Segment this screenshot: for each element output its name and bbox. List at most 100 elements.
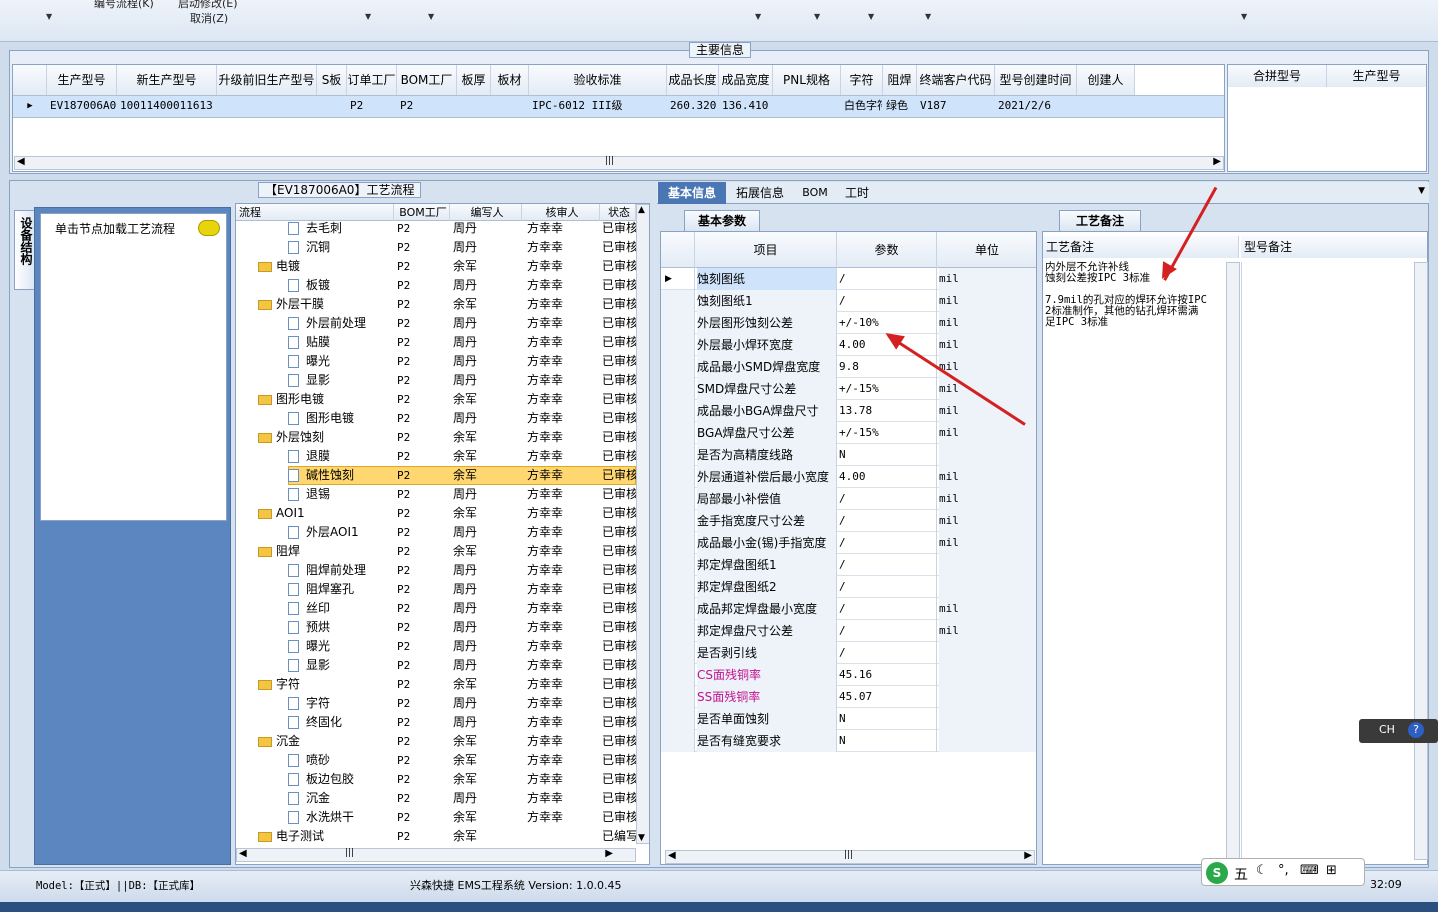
param-value[interactable]: / — [839, 642, 937, 664]
arrow-right-icon[interactable]: ▶ — [1213, 156, 1221, 167]
chevron-down-icon[interactable]: ▼ — [814, 12, 820, 21]
param-value[interactable]: +/-15% — [839, 422, 937, 444]
table-cell[interactable]: 白色字符 — [844, 96, 882, 116]
tree-node-label[interactable]: AOI1 — [276, 504, 402, 523]
tab-device-structure[interactable]: 设备结构 — [14, 210, 36, 290]
tree-row[interactable]: 外层干膜 P2 余军 方幸幸 已审核 — [236, 295, 636, 314]
horizontal-scrollbar[interactable]: ◀ ||| ▶ — [236, 848, 636, 862]
keyboard-icon[interactable]: ⌨ — [1300, 863, 1319, 878]
tree-node-label[interactable]: 预烘 — [306, 618, 402, 637]
chevron-down-icon[interactable]: ▼ — [428, 12, 434, 21]
punctuation-icon[interactable]: °, — [1278, 863, 1289, 878]
arrow-right-icon[interactable]: ▶ — [1024, 850, 1032, 861]
table-row[interactable]: 金手指宽度尺寸公差 / mil — [661, 510, 1036, 532]
tree-node-label[interactable]: 电镀 — [276, 257, 402, 276]
table-cell[interactable]: IPC-6012 III级 — [532, 96, 666, 116]
tree-row[interactable]: 外层AOI1 P2 周丹 方幸幸 已审核 — [236, 523, 636, 542]
vertical-scrollbar[interactable] — [1226, 262, 1240, 860]
horizontal-scrollbar[interactable]: ◀ ||| ▶ — [665, 850, 1035, 864]
chevron-down-icon[interactable]: ▼ — [755, 12, 761, 21]
table-row[interactable]: 外层图形蚀刻公差 +/-10% mil — [661, 312, 1036, 334]
tree-node-label[interactable]: 显影 — [306, 656, 402, 675]
chevron-down-icon[interactable]: ▼ — [1418, 186, 1425, 196]
sogou-logo-icon[interactable]: S — [1206, 862, 1228, 884]
arrow-left-icon[interactable]: ◀ — [668, 850, 676, 861]
tree-row[interactable]: 水洗烘干 P2 余军 方幸幸 已审核 — [236, 808, 636, 827]
process-remark-textarea[interactable]: 内外层不允许补线 蚀刻公差按IPC 3标准 7.9mil的孔对应的焊环允许按IPC 2… — [1045, 262, 1227, 860]
tree-row[interactable]: 板镀 P2 周丹 方幸幸 已审核 — [236, 276, 636, 295]
param-value[interactable]: / — [839, 576, 937, 598]
table-cell[interactable] — [320, 96, 346, 116]
tree-node-label[interactable]: 退膜 — [306, 447, 402, 466]
table-cell[interactable]: EV187006A0 — [50, 96, 116, 116]
ime-toolbar[interactable]: S 五 ☾ °, ⌨ ⊞ — [1201, 858, 1365, 886]
tree-row[interactable]: 预烘 P2 周丹 方幸幸 已审核 — [236, 618, 636, 637]
arrow-right-icon[interactable]: ▶ — [605, 848, 613, 859]
chevron-down-icon[interactable]: ▼ — [365, 12, 371, 21]
table-row[interactable]: 蚀刻图纸1/mil — [661, 290, 1036, 312]
tree-row[interactable]: 显影 P2 周丹 方幸幸 已审核 — [236, 656, 636, 675]
tree-node-label[interactable]: 外层前处理 — [306, 314, 402, 333]
tree-row[interactable]: 沉金 P2 周丹 方幸幸 已审核 — [236, 789, 636, 808]
tree-row[interactable]: 丝印 P2 周丹 方幸幸 已审核 — [236, 599, 636, 618]
tree-node-label[interactable]: 退锡 — [306, 485, 402, 504]
tree-row[interactable]: 显影 P2 周丹 方幸幸 已审核 — [236, 371, 636, 390]
tree-node-label[interactable]: 阻焊 — [276, 542, 402, 561]
tree-node-label[interactable]: 贴膜 — [306, 333, 402, 352]
table-row[interactable]: ▶ EV187006A0 10011400011613 P2 P2 IPC-6012 II… — [13, 96, 1224, 118]
table-cell[interactable] — [220, 96, 316, 116]
param-value[interactable]: +/-15% — [839, 378, 937, 400]
tree-node-label[interactable]: 字符 — [306, 694, 402, 713]
tree-node-label[interactable]: 外层干膜 — [276, 295, 402, 314]
model-remark-textarea[interactable] — [1241, 262, 1415, 860]
tree-node-label[interactable]: 外层AOI1 — [306, 523, 402, 542]
tree-node-label[interactable]: 阻焊前处理 — [306, 561, 402, 580]
tree-body[interactable]: 去毛刺 P2 周丹 方幸幸 已审核 沉铜 P2 周丹 方幸幸 已审核 电镀 P2 余军 方幸幸 已审核 板镀 P… — [236, 221, 636, 846]
tree-node-label[interactable]: 碱性蚀刻 — [306, 466, 402, 485]
chevron-down-icon[interactable]: ▼ — [925, 12, 931, 21]
tree-row[interactable]: 外层蚀刻 P2 余军 方幸幸 已审核 — [236, 428, 636, 447]
table-row[interactable]: 是否剥引线 / — [661, 642, 1036, 664]
process-tree-grid[interactable]: 流程 BOM工厂 编写人 核审人 状态 去毛刺 P2 周丹 方幸幸 已审核 沉铜 P2 周丹 方幸幸 已审… — [235, 203, 650, 865]
tab-basic-params[interactable]: 基本参数 — [684, 210, 760, 231]
tree-row[interactable]: 碱性蚀刻 P2 余军 方幸幸 已审核 — [236, 466, 636, 485]
arrow-down-icon[interactable]: ▼ — [638, 833, 645, 843]
table-row[interactable]: 邦定焊盘尺寸公差 / mil — [661, 620, 1036, 642]
table-cell[interactable]: P2 — [400, 96, 456, 116]
tab-basic-info[interactable]: 基本信息 — [658, 182, 726, 204]
tab-process-remarks[interactable]: 工艺备注 — [1059, 210, 1141, 231]
tree-row[interactable]: 贴膜 P2 周丹 方幸幸 已审核 — [236, 333, 636, 352]
tree-node-label[interactable]: 终固化 — [306, 713, 402, 732]
params-body[interactable]: ▶ 蚀刻图纸 / mil 蚀刻图纸1/mil 外层图形蚀刻公差 +/-10% mil 外层最小焊… — [661, 268, 1036, 828]
ime-mode[interactable]: 五 — [1234, 864, 1248, 884]
horizontal-scrollbar[interactable]: ◀ ||| ▶ — [14, 156, 1224, 170]
table-cell[interactable]: 绿色 — [886, 96, 916, 116]
table-row[interactable]: 成品最小金(锡)手指宽度 / mil — [661, 532, 1036, 554]
tree-row[interactable]: 图形电镀 P2 周丹 方幸幸 已审核 — [236, 409, 636, 428]
tree-row[interactable]: 电子测试 P2 余军 已编写 — [236, 827, 636, 846]
arrow-up-icon[interactable]: ▲ — [638, 205, 645, 215]
table-row[interactable]: 是否单面蚀刻 N — [661, 708, 1036, 730]
tree-node-label[interactable]: 去毛刺 — [306, 221, 402, 238]
tree-row[interactable]: 板边包胶 P2 余军 方幸幸 已审核 — [236, 770, 636, 789]
tree-row[interactable]: 字符 P2 余军 方幸幸 已审核 — [236, 675, 636, 694]
tree-node-label[interactable]: 图形电镀 — [306, 409, 402, 428]
table-row[interactable]: 是否有缝宽要求 N — [661, 730, 1036, 752]
tree-node-label[interactable]: 字符 — [276, 675, 402, 694]
param-value[interactable]: / — [839, 554, 937, 576]
tree-row[interactable]: 终固化 P2 周丹 方幸幸 已审核 — [236, 713, 636, 732]
param-value[interactable]: 4.00 — [839, 466, 937, 488]
tree-node-label[interactable]: 曝光 — [306, 637, 402, 656]
tree-row[interactable]: 沉铜 P2 周丹 方幸幸 已审核 — [236, 238, 636, 257]
param-value[interactable]: / — [839, 532, 937, 554]
table-cell[interactable]: P2 — [350, 96, 396, 116]
tree-row[interactable]: 退锡 P2 周丹 方幸幸 已审核 — [236, 485, 636, 504]
chevron-down-icon[interactable]: ▼ — [868, 12, 874, 21]
vertical-scrollbar[interactable]: ▲ ▼ — [636, 204, 649, 844]
table-cell[interactable]: V187 — [920, 96, 994, 116]
tree-row[interactable]: AOI1 P2 余军 方幸幸 已审核 — [236, 504, 636, 523]
table-row[interactable]: SS面残铜率 45.07 — [661, 686, 1036, 708]
table-row[interactable]: 邦定焊盘图纸1/ — [661, 554, 1036, 576]
table-cell[interactable] — [460, 96, 490, 116]
tree-row[interactable]: 沉金 P2 余军 方幸幸 已审核 — [236, 732, 636, 751]
